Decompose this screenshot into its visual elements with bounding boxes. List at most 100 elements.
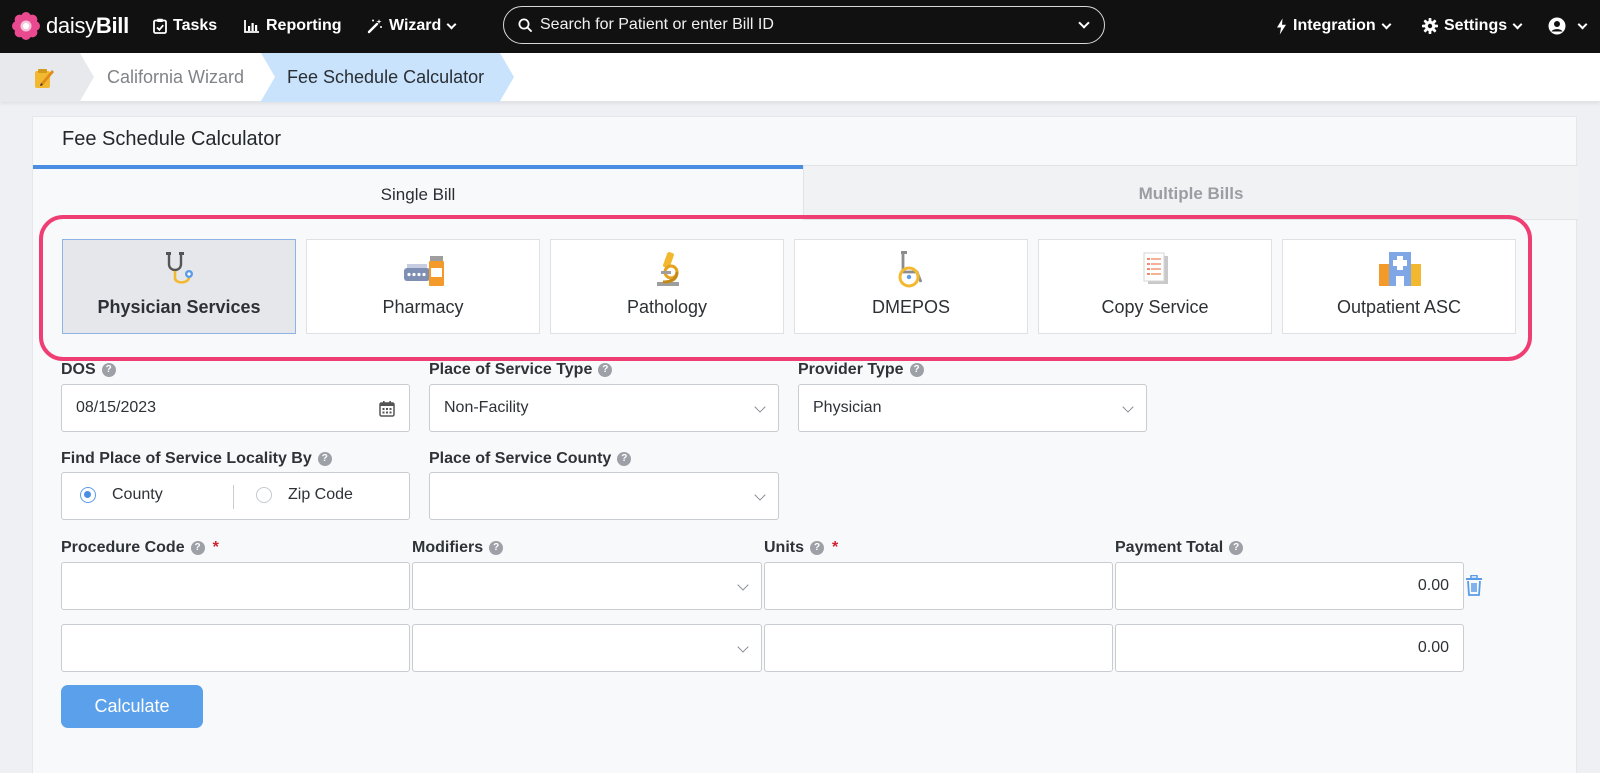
help-icon[interactable]: ? bbox=[1229, 541, 1244, 555]
hospital-icon bbox=[1379, 252, 1421, 286]
help-icon[interactable]: ? bbox=[598, 363, 613, 377]
radio-county-label: County bbox=[112, 486, 163, 503]
help-icon[interactable]: ? bbox=[909, 363, 924, 377]
stethoscope-icon bbox=[166, 252, 193, 284]
tab-multiple-bills[interactable]: Multiple Bills bbox=[803, 165, 1578, 220]
radio-selected-icon bbox=[80, 487, 96, 503]
chevron-down-icon bbox=[754, 401, 766, 413]
gear-icon bbox=[1422, 18, 1438, 34]
service-label: Physician Services bbox=[97, 297, 261, 317]
dos-date-input[interactable]: 08/15/2023 bbox=[61, 384, 410, 432]
procedure-code-input[interactable] bbox=[61, 624, 410, 672]
radio-zip-code[interactable]: Zip Code bbox=[256, 486, 353, 504]
breadcrumb: California Wizard Fee Schedule Calculato… bbox=[0, 53, 1600, 102]
help-icon[interactable]: ? bbox=[317, 452, 332, 466]
trash-icon[interactable] bbox=[1465, 575, 1483, 596]
divider bbox=[233, 485, 234, 509]
nav-integration[interactable]: Integration bbox=[1276, 14, 1392, 38]
help-icon[interactable]: ? bbox=[810, 541, 824, 555]
nav-wizard[interactable]: Wizard bbox=[367, 14, 457, 38]
service-label: Pharmacy bbox=[382, 297, 464, 317]
tab-single-bill[interactable]: Single Bill bbox=[33, 165, 803, 220]
chevron-down-icon bbox=[446, 19, 457, 29]
help-icon[interactable]: ? bbox=[101, 363, 116, 377]
document-copy-icon bbox=[1143, 252, 1168, 284]
chevron-down-icon bbox=[737, 579, 749, 591]
search-placeholder: Search for Patient or enter Bill ID bbox=[540, 16, 774, 33]
locality-label: Find Place of Service Locality By? bbox=[61, 450, 332, 468]
nav-reporting[interactable]: Reporting bbox=[244, 14, 342, 38]
service-copy-service[interactable]: Copy Service bbox=[1038, 239, 1272, 334]
chevron-down-icon bbox=[754, 489, 766, 501]
help-icon[interactable]: ? bbox=[617, 452, 632, 466]
modifiers-select[interactable] bbox=[412, 562, 762, 610]
fee-calculator-card: Fee Schedule Calculator Single Bill Mult… bbox=[32, 116, 1578, 773]
payment-total-value: 0.00 bbox=[1417, 577, 1449, 594]
dos-label: DOS? bbox=[61, 361, 116, 379]
modifiers-select[interactable] bbox=[412, 624, 762, 672]
service-pathology[interactable]: Pathology bbox=[550, 239, 784, 334]
pos-type-select[interactable]: Non-Facility bbox=[429, 384, 779, 432]
dos-value: 08/15/2023 bbox=[76, 399, 157, 416]
units-input[interactable] bbox=[764, 624, 1113, 672]
chevron-down-icon bbox=[737, 641, 749, 653]
service-pharmacy[interactable]: Pharmacy bbox=[306, 239, 540, 334]
patient-search-select[interactable]: Search for Patient or enter Bill ID bbox=[503, 6, 1105, 44]
calendar-icon[interactable] bbox=[379, 400, 395, 417]
nav-tasks[interactable]: Tasks bbox=[153, 14, 217, 38]
top-navbar: daisyBill Tasks Reporting Wizard Search … bbox=[0, 0, 1600, 53]
service-label: Pathology bbox=[626, 297, 708, 317]
procedure-code-input[interactable] bbox=[61, 562, 410, 610]
nav-integration-label: Integration bbox=[1293, 17, 1376, 34]
payment-total-value: 0.00 bbox=[1417, 639, 1449, 656]
payment-total-label: Payment Total? bbox=[1115, 539, 1244, 557]
user-circle-icon bbox=[1548, 17, 1566, 35]
breadcrumb-home[interactable] bbox=[0, 53, 80, 102]
breadcrumb-divider bbox=[500, 53, 514, 101]
breadcrumb-current: Fee Schedule Calculator bbox=[261, 53, 500, 102]
magic-wand-icon bbox=[367, 19, 382, 34]
units-input[interactable] bbox=[764, 562, 1113, 610]
chevron-down-icon bbox=[1512, 19, 1523, 29]
service-label: Copy Service bbox=[1101, 297, 1209, 317]
wheelchair-icon bbox=[898, 251, 923, 288]
required-mark: * bbox=[212, 539, 219, 556]
payment-total-field[interactable]: 0.00 bbox=[1115, 562, 1464, 610]
breadcrumb-divider bbox=[80, 53, 94, 101]
locality-radio-group: County Zip Code bbox=[61, 472, 410, 520]
bar-chart-icon bbox=[244, 20, 259, 33]
service-physician-services[interactable]: Physician Services bbox=[62, 239, 296, 334]
nav-settings[interactable]: Settings bbox=[1422, 14, 1523, 38]
pos-type-value: Non-Facility bbox=[444, 399, 529, 416]
provider-type-value: Physician bbox=[813, 399, 882, 416]
provider-type-select[interactable]: Physician bbox=[798, 384, 1147, 432]
radio-county[interactable]: County bbox=[80, 486, 163, 504]
logo-text-daisy: daisy bbox=[46, 13, 96, 38]
search-icon bbox=[518, 18, 532, 32]
daisy-logo-icon bbox=[12, 12, 40, 40]
provider-type-label: Provider Type? bbox=[798, 361, 924, 379]
procedure-code-label: Procedure Code? * bbox=[61, 539, 219, 556]
page-title: Fee Schedule Calculator bbox=[62, 128, 282, 150]
radio-unselected-icon bbox=[256, 487, 272, 503]
units-label: Units? * bbox=[764, 539, 839, 556]
pills-icon bbox=[404, 256, 444, 286]
county-select[interactable] bbox=[429, 472, 779, 520]
calculate-button[interactable]: Calculate bbox=[61, 685, 203, 728]
user-menu[interactable] bbox=[1548, 14, 1588, 38]
help-icon[interactable]: ? bbox=[190, 541, 205, 555]
nav-reporting-label: Reporting bbox=[266, 17, 342, 34]
pos-type-label: Place of Service Type? bbox=[429, 361, 613, 379]
nav-settings-label: Settings bbox=[1444, 17, 1508, 34]
service-outpatient-asc[interactable]: Outpatient ASC bbox=[1282, 239, 1516, 334]
breadcrumb-california-wizard[interactable]: California Wizard bbox=[107, 67, 244, 88]
service-label: Outpatient ASC bbox=[1336, 297, 1462, 317]
chevron-down-icon bbox=[1381, 19, 1392, 29]
required-mark: * bbox=[832, 539, 839, 556]
service-dmepos[interactable]: DMEPOS bbox=[794, 239, 1028, 334]
payment-total-field[interactable]: 0.00 bbox=[1115, 624, 1464, 672]
daisybill-logo[interactable]: daisyBill bbox=[12, 10, 129, 42]
clipboard-pencil-icon bbox=[35, 69, 54, 88]
help-icon[interactable]: ? bbox=[489, 541, 504, 555]
microscope-icon bbox=[657, 252, 679, 286]
